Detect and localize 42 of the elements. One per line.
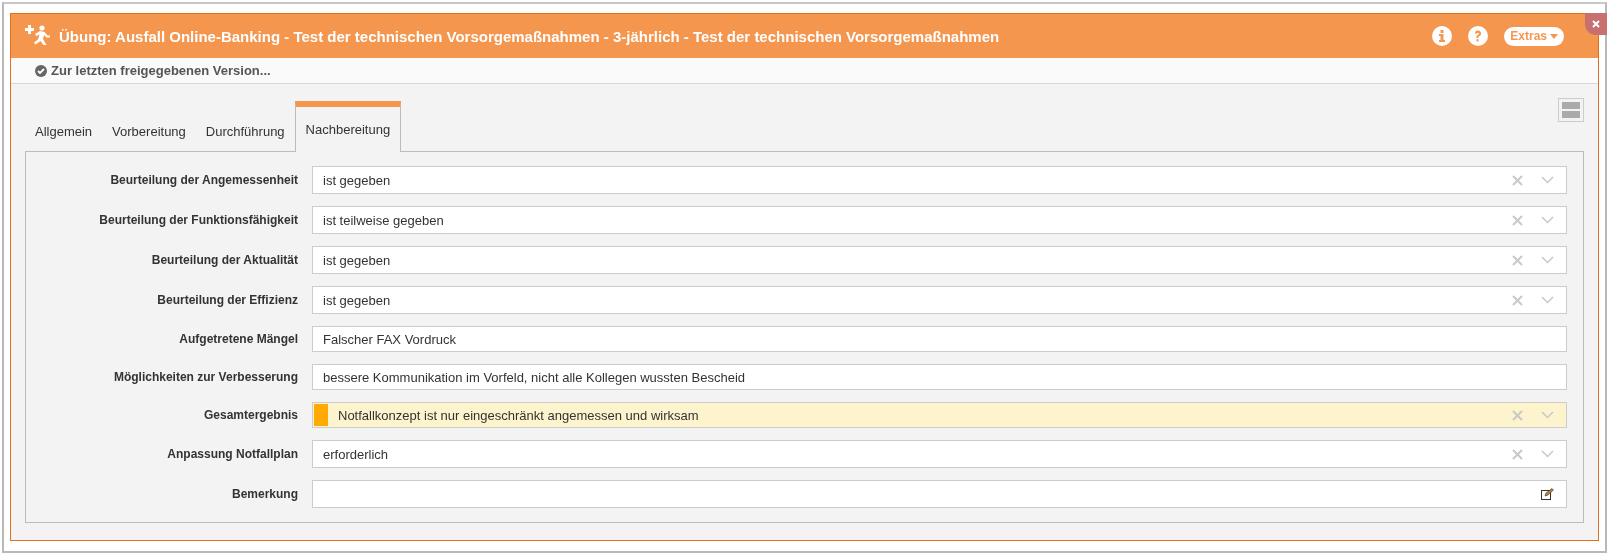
input-field[interactable]: Falscher FAX Vordruck	[312, 326, 1567, 352]
field-label: Anpassung Notfallplan	[166, 447, 298, 461]
tab[interactable]: Allgemein	[25, 111, 103, 151]
select-field[interactable]: ist gegeben	[312, 246, 1567, 274]
release-version-link[interactable]: Zur letzten freigegebenen Version...	[35, 63, 271, 78]
field-label: Beurteilung der Aktualität	[150, 253, 298, 267]
layout-toggle-icon[interactable]	[1558, 98, 1584, 122]
tab[interactable]: Nachbereitung	[294, 101, 402, 152]
clear-icon[interactable]	[1512, 294, 1523, 306]
chevron-down-icon[interactable]	[1541, 176, 1554, 184]
clear-icon[interactable]	[1512, 214, 1523, 226]
input-field[interactable]: bessere Kommunikation im Vorfeld, nicht alle Kollegen wussten Bescheid	[312, 364, 1567, 390]
caret-icon	[1550, 33, 1558, 39]
select-field[interactable]: ist teilweise gegeben	[312, 206, 1567, 234]
chevron-down-icon[interactable]	[1541, 411, 1554, 419]
window-title: Übung: Ausfall Online-Banking - Test der technischen Vorsorgemaßnahmen - 3-jährlich - Test der technischen Vorsorgemaßnahmen	[59, 27, 1001, 45]
clear-icon[interactable]	[1512, 174, 1523, 186]
help-icon[interactable]	[1468, 26, 1489, 46]
clear-icon[interactable]	[1512, 448, 1523, 460]
field-label: Beurteilung der Effizienz	[156, 293, 298, 307]
chevron-down-icon[interactable]	[1541, 256, 1554, 264]
chevron-down-icon[interactable]	[1541, 216, 1554, 224]
close-icon[interactable]	[1585, 13, 1607, 35]
select-field[interactable]: Notfallkonzept ist nur eingeschränkt angemessen und wirksam	[312, 402, 1567, 428]
select-field[interactable]: erforderlich	[312, 440, 1567, 468]
check-circle-icon	[35, 64, 47, 77]
field-label: Beurteilung der Funktionsfähigkeit	[98, 213, 298, 227]
tab[interactable]: Vorbereitung	[102, 111, 196, 151]
field-label: Bemerkung	[230, 487, 298, 501]
info-icon[interactable]	[1432, 26, 1453, 46]
chevron-down-icon[interactable]	[1541, 296, 1554, 304]
select-field[interactable]: ist gegeben	[312, 166, 1567, 194]
select-field[interactable]: ist gegeben	[312, 286, 1567, 314]
tab[interactable]: Durchführung	[195, 111, 295, 151]
field-label: Gesamtergebnis	[202, 408, 298, 422]
clear-icon[interactable]	[1512, 409, 1523, 421]
field-label: Möglichkeiten zur Verbesserung	[112, 370, 298, 384]
chevron-down-icon[interactable]	[1541, 450, 1554, 458]
field-label: Aufgetretene Mängel	[178, 332, 298, 346]
field-label: Beurteilung der Angemessenheit	[109, 173, 298, 187]
edit-icon[interactable]	[1541, 488, 1554, 500]
clear-icon[interactable]	[1512, 254, 1523, 266]
